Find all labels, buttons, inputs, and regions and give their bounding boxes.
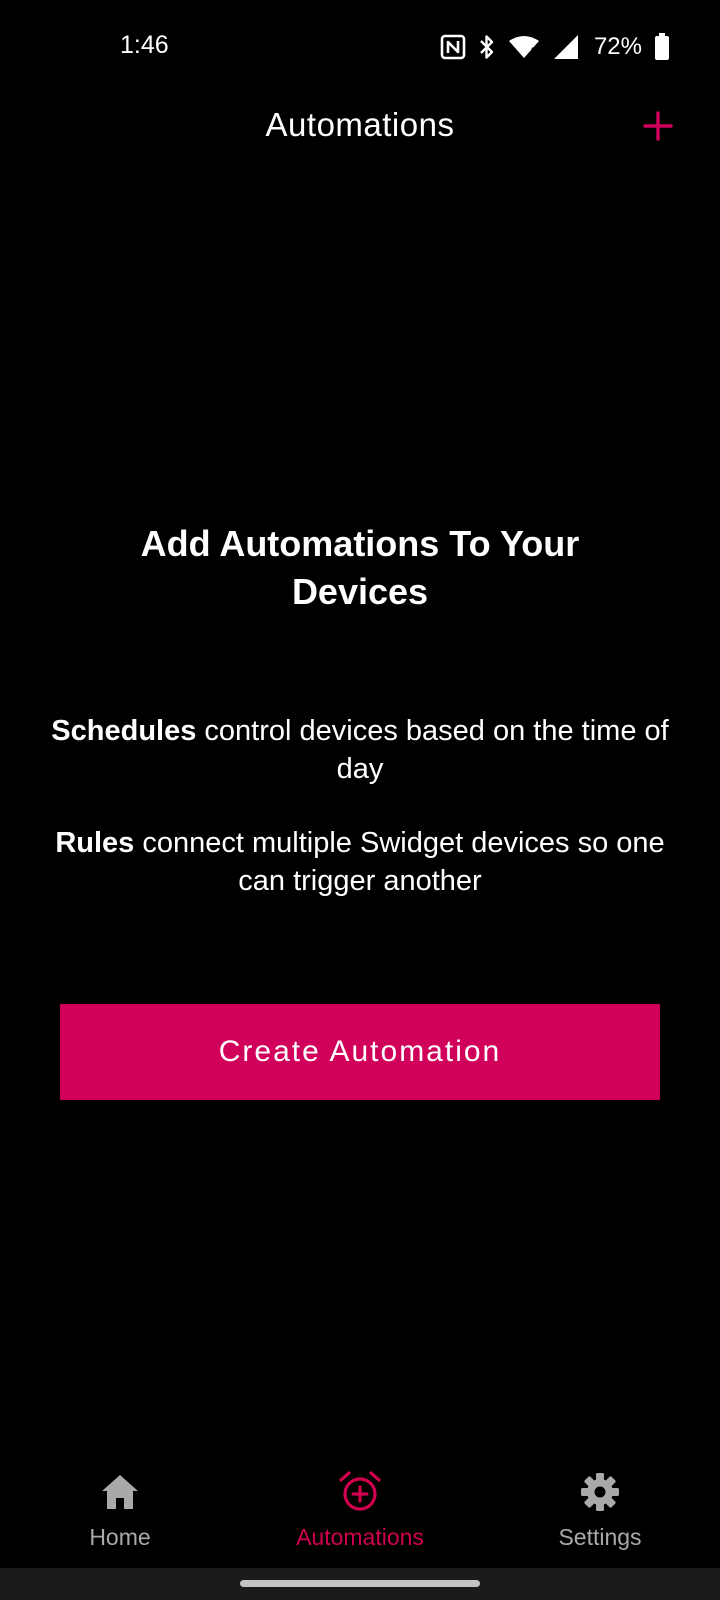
plus-icon — [643, 111, 673, 141]
bottom-nav: Home Automations Settings — [0, 1460, 720, 1568]
add-automation-button[interactable] — [636, 104, 680, 148]
nav-label-home: Home — [89, 1524, 151, 1550]
rules-text: connect multiple Swidget devices so one … — [134, 827, 665, 897]
home-icon — [102, 1475, 138, 1509]
empty-state-headline: Add Automations To Your Devices — [140, 523, 580, 612]
signal-icon — [553, 35, 578, 59]
empty-state: Add Automations To Your Devices Schedule… — [0, 520, 720, 900]
gesture-area — [0, 1568, 720, 1600]
status-bar: 1:46 72% — [0, 0, 720, 96]
gear-icon — [581, 1473, 619, 1511]
create-automation-button[interactable]: Create Automation — [60, 1004, 660, 1100]
battery-icon — [655, 33, 669, 60]
nav-item-settings[interactable]: Settings — [480, 1470, 720, 1562]
rules-description: Rules connect multiple Swidget devices s… — [35, 824, 685, 900]
app-header: Automations — [0, 96, 720, 158]
status-time: 1:46 — [120, 31, 169, 59]
battery-percent: 72% — [593, 33, 642, 60]
schedules-term: Schedules — [51, 715, 197, 747]
alarm-plus-icon — [339, 1471, 381, 1511]
nfc-icon — [440, 34, 466, 60]
wifi-icon — [508, 36, 539, 58]
nav-label-settings: Settings — [558, 1524, 642, 1550]
nav-item-automations[interactable]: Automations — [240, 1470, 480, 1562]
gesture-handle[interactable] — [240, 1580, 480, 1587]
nav-item-home[interactable]: Home — [0, 1470, 240, 1562]
rules-term: Rules — [55, 827, 135, 859]
page-title: Automations — [265, 106, 455, 143]
bluetooth-icon — [480, 35, 494, 59]
nav-label-automations: Automations — [296, 1524, 424, 1550]
status-icons: 72% — [440, 30, 670, 64]
schedules-text: control devices based on the time of day — [196, 715, 669, 785]
schedules-description: Schedules control devices based on the t… — [35, 712, 685, 788]
